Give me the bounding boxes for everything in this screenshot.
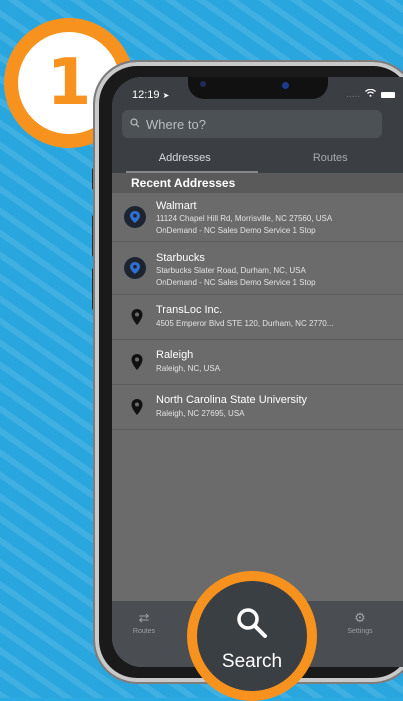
address-line: 4505 Emperor Blvd STE 120, Durham, NC 27… [156,319,333,328]
address-line: Starbucks Slater Road, Durham, NC, USA [156,266,306,275]
notch-sensor [200,81,206,87]
ondemand-icon [124,206,146,228]
search-input[interactable] [144,116,368,133]
ondemand-icon [124,257,146,279]
recent-addresses-list: Walmart 11124 Chapel Hill Rd, Morrisvill… [112,193,403,430]
gear-icon: ⚙ [340,611,380,625]
phone-notch [188,77,328,99]
wifi-icon [365,89,376,100]
tabbar-routes[interactable]: ⇄ Routes [126,611,162,635]
address-service: OnDemand - NC Sales Demo Service 1 Stop [156,278,316,287]
status-indicators: ..... [346,89,395,100]
address-title: TransLoc Inc. [156,304,222,316]
list-item[interactable]: Starbucks Starbucks Slater Road, Durham,… [112,242,403,295]
search-button-label: Search [197,651,307,673]
search-icon [130,118,140,131]
address-line: 11124 Chapel Hill Rd, Morrisville, NC 27… [156,214,332,223]
tabbar-settings-label: Settings [340,628,380,635]
pin-icon [130,353,144,371]
location-arrow-icon: ➤ [163,91,170,100]
status-time-label: 12:19 [132,89,160,101]
search-icon [234,605,270,641]
address-title: Raleigh [156,349,193,361]
address-service: OnDemand - NC Sales Demo Service 1 Stop [156,226,316,235]
recent-addresses-header: Recent Addresses [112,173,403,193]
address-title: North Carolina State University [156,394,307,406]
list-item[interactable]: North Carolina State University Raleigh,… [112,385,403,430]
search-button-face[interactable]: Search [197,581,307,691]
address-title: Starbucks [156,252,205,264]
tab-routes[interactable]: Routes [258,147,403,173]
address-title: Walmart [156,200,197,212]
list-item[interactable]: Raleigh Raleigh, NC, USA [112,340,403,385]
battery-icon [381,92,395,98]
tab-strip: Addresses Routes [112,147,403,173]
search-button[interactable]: Search [187,571,317,701]
front-camera [282,82,289,89]
tabbar-routes-label: Routes [126,628,162,635]
address-line: Raleigh, NC, USA [156,364,220,373]
pin-icon [130,308,144,326]
tabbar-settings[interactable]: ⚙ Settings [340,611,380,635]
status-time: 12:19 ➤ [132,89,169,101]
pin-icon [130,398,144,416]
address-line: Raleigh, NC 27695, USA [156,409,245,418]
signal-dots: ..... [346,89,360,100]
routes-icon: ⇄ [126,611,162,625]
list-item[interactable]: TransLoc Inc. 4505 Emperor Blvd STE 120,… [112,295,403,340]
tab-addresses[interactable]: Addresses [112,147,258,173]
search-bar[interactable] [122,110,382,138]
list-item[interactable]: Walmart 11124 Chapel Hill Rd, Morrisvill… [112,193,403,242]
